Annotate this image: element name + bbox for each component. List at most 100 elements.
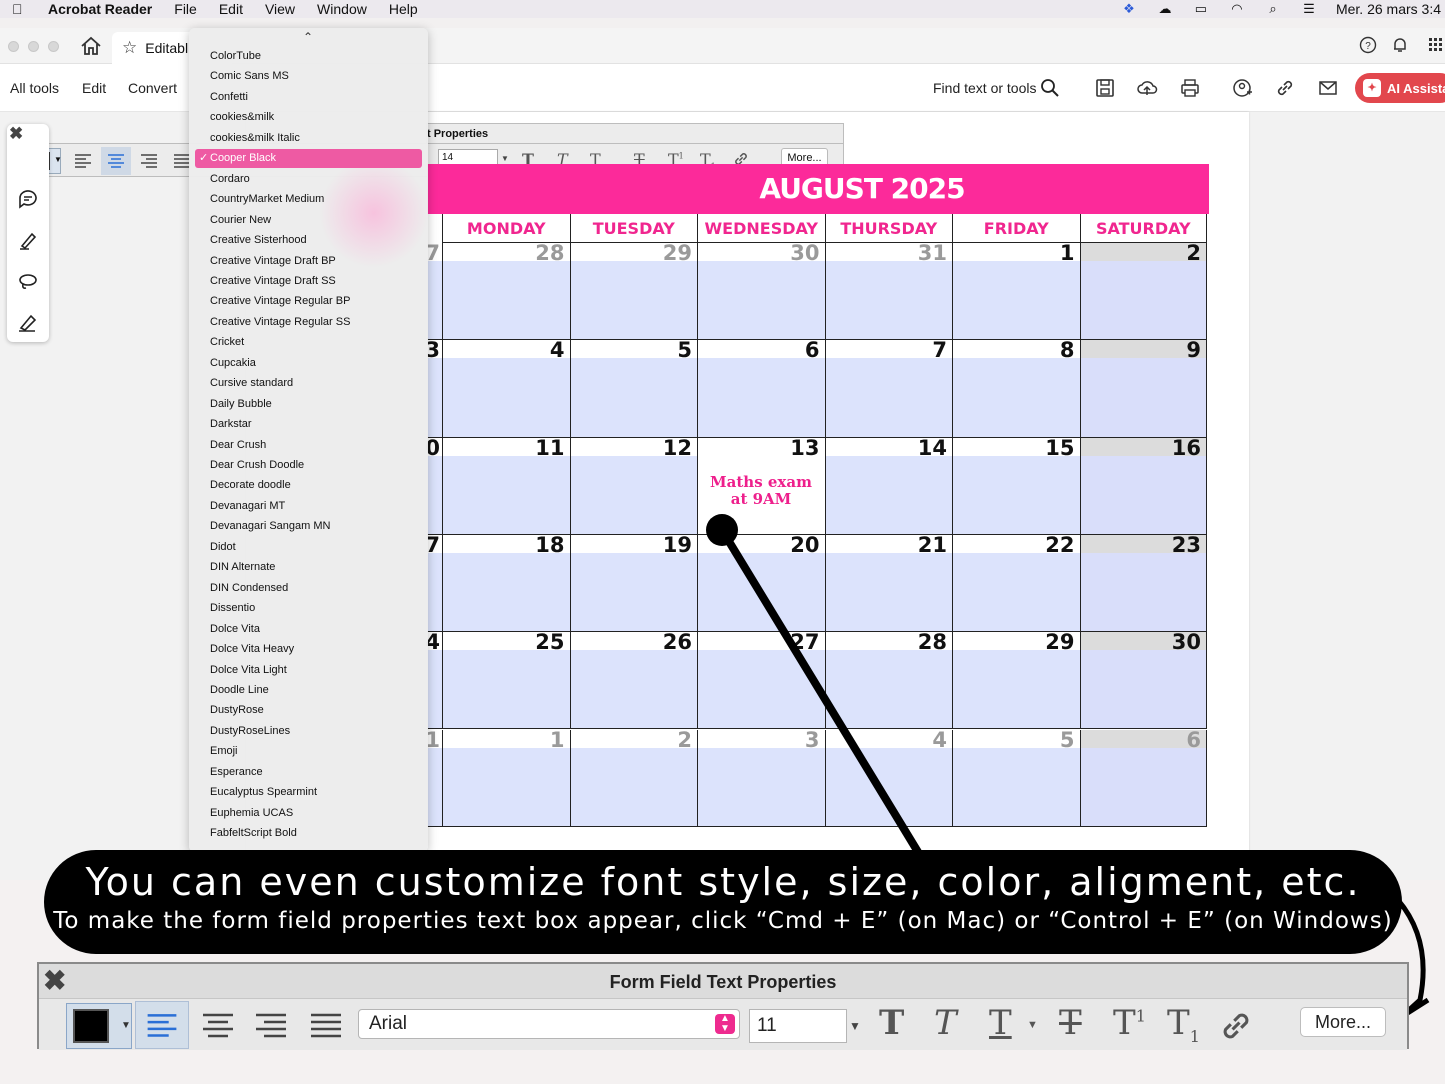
font-option[interactable]: FabfeltScript Bold [195,824,422,843]
scroll-up-icon[interactable]: ⌃ [303,30,313,44]
chevron-down-icon[interactable]: ▼ [54,155,62,164]
share-user-icon[interactable] [1231,77,1253,99]
search-icon[interactable] [1039,77,1061,99]
chevron-down-icon[interactable]: ▼ [849,1019,861,1033]
align-right-icon[interactable] [244,1001,298,1049]
calendar-cell[interactable]: 23 [1079,533,1207,633]
font-option[interactable]: Euphemia UCAS [195,804,422,823]
font-option[interactable]: CountryMarket Medium [195,190,422,209]
chevron-down-icon[interactable]: ▼ [121,1020,131,1031]
font-option[interactable]: cookies&milk [195,108,422,127]
calendar-cell-partial[interactable]: 7 [425,533,442,633]
font-option[interactable]: Eucalyptus Spearmint [195,783,422,802]
text-color-picker[interactable]: ▼ [66,1003,132,1049]
calendar-cell[interactable]: 14 [824,436,952,535]
window-zoom-button[interactable] [48,41,59,52]
app-menu-name[interactable]: Acrobat Reader [48,1,152,17]
calendar-cell[interactable]: 19 [569,533,697,633]
calendar-cell-partial[interactable]: 3 [425,338,442,438]
calendar-cell[interactable]: 29 [952,630,1080,730]
battery-icon[interactable]: ▭ [1192,2,1210,16]
calendar-cell[interactable]: 2 [569,728,697,827]
lasso-draw-icon[interactable] [17,270,39,292]
align-left-icon[interactable] [135,1001,189,1049]
bell-icon[interactable] [1391,36,1409,54]
chevron-down-icon[interactable]: ▼ [1027,1019,1038,1031]
align-center-icon[interactable] [191,1001,245,1049]
email-icon[interactable] [1317,77,1339,99]
font-family-select[interactable]: Arial ▲ ▼ [358,1009,740,1039]
calendar-cell[interactable]: 4 [442,338,570,438]
highlighter-icon[interactable] [17,229,39,251]
font-option[interactable]: Creative Vintage Regular BP [195,292,422,311]
font-option[interactable]: Cordaro [195,170,422,189]
font-option[interactable]: DustyRoseLines [195,722,422,741]
font-option[interactable]: Dear Crush [195,436,422,455]
calendar-cell[interactable]: 20 [697,533,825,633]
font-option[interactable]: Darkstar [195,415,422,434]
strikethrough-icon[interactable]: T [1059,1003,1082,1047]
font-option[interactable]: Daily Bubble [195,395,422,414]
calendar-cell[interactable]: 26 [569,630,697,730]
calendar-cell[interactable]: 28 [442,241,570,341]
font-family-dropdown[interactable]: ⌃ ColorTube Comic Sans MS Confetti cookies&… [189,28,428,852]
font-size-field[interactable]: 11 [749,1009,847,1043]
close-icon[interactable]: ✖ [9,124,23,144]
help-icon[interactable]: ? [1359,36,1377,54]
calendar-cell[interactable]: 15 [952,436,1080,535]
all-tools-button[interactable]: All tools [10,80,59,96]
font-option[interactable]: Creative Vintage Regular SS [195,313,422,332]
underline-icon[interactable]: T [989,1003,1012,1047]
calendar-cell[interactable]: 27 [697,630,825,730]
calendar-cell[interactable]: 29 [569,241,697,341]
calendar-cell[interactable]: 5 [952,728,1080,827]
menu-file[interactable]: File [174,1,197,17]
calendar-cell-partial[interactable]: 1 [425,728,442,827]
font-option[interactable]: Doodle Line [195,681,422,700]
more-options-button[interactable]: More... [1300,1007,1386,1037]
link-icon[interactable] [1217,1007,1255,1045]
calendar-cell-partial[interactable]: 7 [425,241,442,341]
control-center-icon[interactable]: ☰ [1300,2,1318,16]
calendar-cell[interactable]: 28 [824,630,952,730]
superscript-icon[interactable]: T1 [1113,1003,1146,1047]
align-right-icon[interactable] [134,147,164,175]
calendar-cell[interactable]: 8 [952,338,1080,438]
calendar-cell[interactable]: 2 [1079,241,1207,341]
cloud-upload-icon[interactable] [1136,77,1158,99]
font-option[interactable]: Comic Sans MS [195,67,422,86]
comment-icon[interactable] [17,188,39,210]
font-option[interactable]: Dolce Vita Heavy [195,640,422,659]
font-option[interactable]: Courier New [195,211,422,230]
menu-view[interactable]: View [265,1,295,17]
font-option[interactable]: Devanagari MT [195,497,422,516]
apple-icon[interactable]:  [12,1,28,17]
ai-assistant-button[interactable]: ✦ AI Assista [1355,73,1445,103]
calendar-cell[interactable]: 6 [697,338,825,438]
calendar-cell[interactable]: 22 [952,533,1080,633]
calendar-cell[interactable]: 18 [442,533,570,633]
event-note[interactable]: Maths exam at 9AM [700,474,822,508]
calendar-cell[interactable]: 30 [697,241,825,341]
font-option[interactable]: Devanagari Sangam MN [195,517,422,536]
font-option[interactable]: Didot [195,538,422,557]
calendar-cell[interactable]: 21 [824,533,952,633]
font-option[interactable]: Decorate doodle [195,476,422,495]
find-text-or-tools-button[interactable]: Find text or tools [933,80,1037,96]
font-option[interactable]: Creative Vintage Draft SS [195,272,422,291]
star-icon[interactable]: ☆ [122,38,137,58]
font-option[interactable]: Dear Crush Doodle [195,456,422,475]
calendar-cell[interactable]: 12 [569,436,697,535]
font-option[interactable]: Dolce Vita Light [195,661,422,680]
select-stepper-icon[interactable]: ▲ ▼ [715,1014,735,1034]
window-minimize-button[interactable] [28,41,39,52]
font-option[interactable]: Cupcakia [195,354,422,373]
font-option[interactable]: DIN Alternate [195,558,422,577]
save-icon[interactable] [1094,77,1116,99]
font-option[interactable]: Cricket [195,333,422,352]
text-color-swatch[interactable] [73,1009,109,1043]
edit-button[interactable]: Edit [82,80,106,96]
font-option[interactable]: Cooper Black [195,149,422,169]
creative-cloud-icon[interactable]: ☁ [1156,2,1174,16]
font-option[interactable]: Confetti [195,88,422,107]
